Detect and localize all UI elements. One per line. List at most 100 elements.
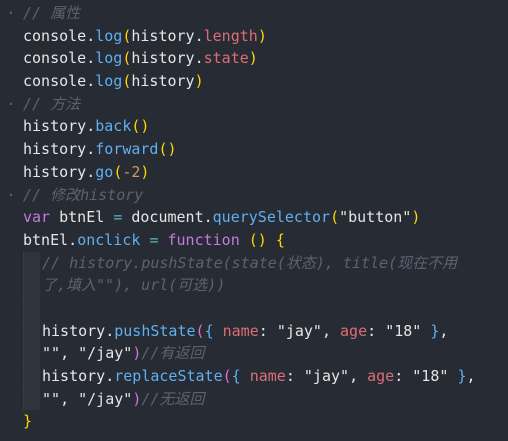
code-token: "jay" (276, 321, 322, 340)
code-token: ( (330, 208, 340, 227)
gutter-marker (0, 320, 22, 343)
gutter-marker (0, 115, 22, 138)
gutter-marker (0, 161, 22, 184)
code-token: , (349, 367, 368, 385)
code-token: , (466, 367, 476, 385)
gutter-marker (0, 252, 22, 275)
code-token: ( (222, 367, 232, 385)
code-token: = (149, 230, 168, 249)
code-token: ) (140, 162, 150, 181)
code-token: back (95, 117, 132, 136)
gutter-marker (0, 274, 22, 297)
code-text: btnEl.onclick = function () { (23, 229, 508, 252)
code-line[interactable]: console.log(history.state) (0, 47, 508, 70)
code-token: "/jay" (78, 344, 133, 363)
code-token: console. (23, 49, 96, 68)
code-text: console.log(history) (23, 70, 508, 93)
code-token: ( (195, 321, 205, 340)
code-text: history.forward() (23, 138, 508, 161)
code-line[interactable]: "", "/jay")//无返回 (0, 387, 508, 411)
code-token: age (340, 321, 368, 340)
code-line[interactable]: btnEl.onclick = function () { (0, 229, 508, 252)
code-line[interactable]: history.back() (0, 115, 508, 138)
code-line[interactable]: · // 方法 (0, 93, 508, 116)
code-line[interactable]: · // 属性 (0, 2, 508, 25)
code-token: , (321, 321, 341, 340)
code-text: console.log(history.length) (23, 25, 508, 48)
code-token: pushState (114, 321, 196, 340)
code-line[interactable]: var btnEl = document.querySelector("butt… (0, 206, 508, 229)
code-token: log (95, 49, 123, 68)
code-token: -2 (122, 162, 141, 181)
code-token: { (204, 321, 223, 340)
code-line[interactable]: history.go(-2) (0, 161, 508, 184)
code-token: ) (132, 344, 142, 363)
code-token: ( (113, 162, 123, 181)
gutter-marker (0, 410, 22, 433)
code-token: btnEl. (23, 230, 78, 249)
code-token: //无返回 (141, 389, 205, 408)
code-token: "18" (385, 321, 431, 340)
code-token: history. (23, 162, 96, 181)
code-token: var (23, 208, 60, 227)
code-token: length (203, 26, 258, 45)
gutter-marker: · (6, 94, 16, 113)
code-token: history. (131, 26, 204, 45)
code-text: 了,填入""), url(可选)) (23, 274, 508, 297)
code-text: history.go(-2) (23, 161, 508, 184)
code-line[interactable]: "", "/jay")//有返回 (0, 342, 508, 365)
code-line[interactable]: 了,填入""), url(可选)) (0, 274, 508, 297)
code-token: = (113, 208, 132, 227)
code-line[interactable]: · // 修改history (0, 184, 508, 207)
code-line[interactable]: } (0, 410, 508, 433)
code-token: "button" (339, 208, 412, 227)
code-token: { (231, 367, 250, 385)
code-text: history.pushState({ name: "jay", age: "1… (23, 320, 508, 343)
code-token: : (394, 367, 413, 385)
code-token: ) (194, 72, 204, 91)
code-text: history.back() (23, 115, 508, 138)
code-line[interactable]: console.log(history) (0, 70, 508, 93)
code-token: () (158, 140, 177, 159)
code-token: ) (411, 208, 421, 227)
code-token: age (367, 367, 395, 385)
code-token: history. (23, 117, 96, 136)
gutter-marker (0, 229, 22, 252)
code-text: "", "/jay")//有返回 (23, 342, 508, 365)
code-token: state (203, 49, 249, 68)
gutter-marker (0, 25, 22, 48)
code-line[interactable] (0, 296, 508, 320)
code-line[interactable]: history.forward() (0, 138, 508, 161)
code-line[interactable]: history.replaceState({ name: "jay", age:… (0, 365, 508, 388)
code-token: go (95, 162, 114, 181)
code-text: // 修改history (23, 184, 508, 207)
code-token: "/jay" (78, 389, 133, 408)
code-editor[interactable]: ·// 属性 console.log(history.length) console… (0, 0, 508, 441)
code-token: document. (131, 208, 213, 227)
code-token: forward (95, 140, 159, 159)
code-token: () (248, 230, 276, 249)
gutter-marker (0, 47, 22, 70)
gutter-marker (0, 297, 22, 320)
code-token: history. (131, 49, 204, 68)
code-token: log (95, 72, 123, 91)
code-line[interactable]: console.log(history.length) (0, 25, 508, 48)
code-token: { (275, 230, 285, 249)
code-token: history. (42, 367, 115, 385)
code-token: name (222, 321, 259, 340)
code-token: () (131, 117, 150, 136)
code-token: 了,填入""), url(可选)) (42, 276, 226, 295)
code-token: history. (23, 140, 96, 159)
code-token: ) (257, 26, 267, 45)
code-line[interactable]: history.pushState({ name: "jay", age: "1… (0, 319, 508, 343)
code-token: console. (23, 72, 96, 91)
code-token: history (131, 72, 195, 91)
gutter-marker (0, 206, 22, 229)
code-token: "18" (412, 367, 458, 385)
code-line[interactable]: // history.pushState(state(状态), title(现在… (0, 251, 508, 275)
code-token: replaceState (114, 367, 223, 385)
code-token: , (439, 321, 449, 340)
code-text: "", "/jay")//无返回 (23, 388, 508, 411)
code-text: var btnEl = document.querySelector("butt… (23, 206, 508, 229)
